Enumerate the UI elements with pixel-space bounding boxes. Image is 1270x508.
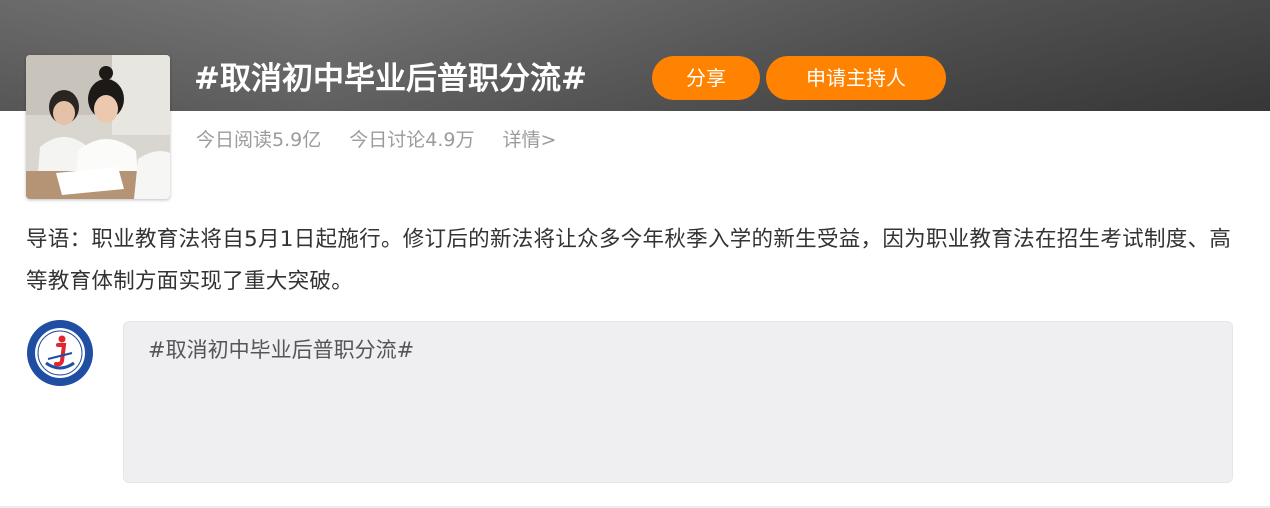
school-logo-icon[interactable] [26,319,94,387]
topic-title: #取消初中毕业后普职分流# [194,61,587,97]
topic-stats: 今日阅读5.9亿 今日讨论4.9万 详情> [196,123,556,157]
details-link[interactable]: 详情> [503,129,557,151]
topic-intro: 导语：职业教育法将自5月1日起施行。修订后的新法将让众多今年秋季入学的新生受益，… [26,227,1232,294]
share-button[interactable]: 分享 [652,56,760,100]
daily-reads: 今日阅读5.9亿 [196,129,322,151]
topic-post-composer[interactable]: #取消初中毕业后普职分流# [123,321,1233,483]
apply-host-button[interactable]: 申请主持人 [766,56,946,100]
header-background [0,0,1270,111]
topic-cover-image [26,55,170,199]
daily-discussions: 今日讨论4.9万 [349,129,475,151]
